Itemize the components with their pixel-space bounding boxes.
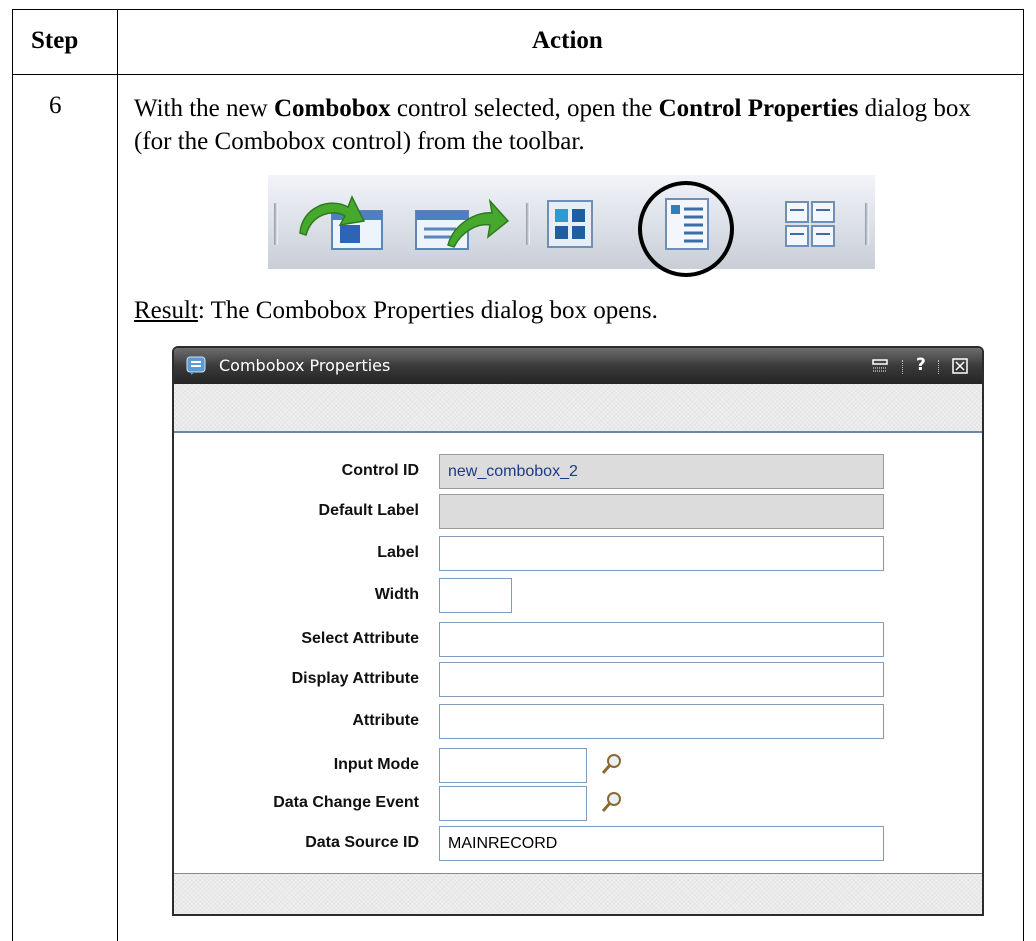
export-arrow-icon[interactable] bbox=[408, 189, 514, 257]
select-attribute-field[interactable] bbox=[439, 622, 884, 657]
toolbar-separator bbox=[526, 203, 530, 245]
label-field[interactable] bbox=[439, 536, 884, 571]
step-number: 6 bbox=[49, 92, 62, 119]
result-description: : The Combobox Properties dialog box ope… bbox=[197, 297, 658, 324]
select-attribute-label: Select Attribute bbox=[301, 630, 419, 647]
title-controls-separator bbox=[938, 360, 940, 374]
result-text: Result: The Combobox Properties dialog b… bbox=[134, 297, 658, 325]
column-header-step: Step bbox=[31, 27, 79, 54]
input-mode-field[interactable] bbox=[439, 748, 587, 783]
control-id-field: new_combobox_2 bbox=[439, 454, 884, 489]
dialog-icon bbox=[186, 356, 206, 376]
dialog-top-band bbox=[174, 384, 982, 433]
toolbar-separator bbox=[274, 203, 278, 245]
display-attribute-label: Display Attribute bbox=[291, 670, 419, 687]
data-change-event-field[interactable] bbox=[439, 786, 587, 821]
step-instruction: With the new Combobox control selected, … bbox=[134, 92, 1014, 158]
default-label-field bbox=[439, 494, 884, 529]
instruction-text: control selected, open the bbox=[390, 95, 659, 122]
dialog-title: Combobox Properties bbox=[219, 356, 391, 375]
table-border-left bbox=[12, 9, 13, 941]
default-label-label: Default Label bbox=[318, 502, 419, 519]
input-mode-label: Input Mode bbox=[333, 756, 419, 773]
minimize-icon[interactable] bbox=[872, 358, 888, 379]
dialog-title-controls: ? bbox=[872, 355, 972, 377]
data-change-event-label: Data Change Event bbox=[273, 794, 419, 811]
grid-layout-icon[interactable] bbox=[546, 199, 594, 249]
table-border-top bbox=[12, 9, 1024, 10]
table-column-divider bbox=[117, 9, 118, 941]
toolbar-image bbox=[268, 175, 875, 277]
control-id-label: Control ID bbox=[341, 462, 419, 479]
highlight-circle bbox=[638, 181, 734, 277]
dialog-titlebar[interactable]: Combobox Properties ? bbox=[174, 348, 982, 384]
result-label: Result bbox=[134, 297, 198, 324]
combobox-properties-dialog: Combobox Properties ? Control ID new_com… bbox=[172, 346, 984, 916]
instruction-text: With the new bbox=[134, 95, 274, 122]
display-attribute-field[interactable] bbox=[439, 662, 884, 697]
close-icon[interactable] bbox=[952, 358, 968, 379]
import-arrow-icon[interactable] bbox=[292, 189, 388, 257]
table-border-right bbox=[1023, 9, 1024, 941]
label-label: Label bbox=[377, 544, 419, 561]
help-icon[interactable]: ? bbox=[916, 355, 926, 375]
input-mode-lookup-icon[interactable] bbox=[600, 752, 624, 776]
width-field[interactable] bbox=[439, 578, 512, 613]
data-change-event-lookup-icon[interactable] bbox=[600, 790, 624, 814]
instruction-bold-control-properties: Control Properties bbox=[658, 95, 859, 122]
attribute-field[interactable] bbox=[439, 704, 884, 739]
toolbar-separator bbox=[865, 203, 869, 245]
attribute-label: Attribute bbox=[352, 712, 419, 729]
data-source-id-label: Data Source ID bbox=[305, 834, 419, 851]
title-controls-separator bbox=[902, 360, 904, 374]
column-header-action: Action bbox=[532, 27, 603, 54]
instruction-bold-combobox: Combobox bbox=[273, 95, 391, 122]
dialog-bottom-band bbox=[174, 873, 982, 914]
multi-panel-icon[interactable] bbox=[783, 199, 837, 249]
width-label: Width bbox=[374, 586, 419, 603]
table-header-divider bbox=[12, 74, 1024, 75]
data-source-id-field[interactable]: MAINRECORD bbox=[439, 826, 884, 861]
